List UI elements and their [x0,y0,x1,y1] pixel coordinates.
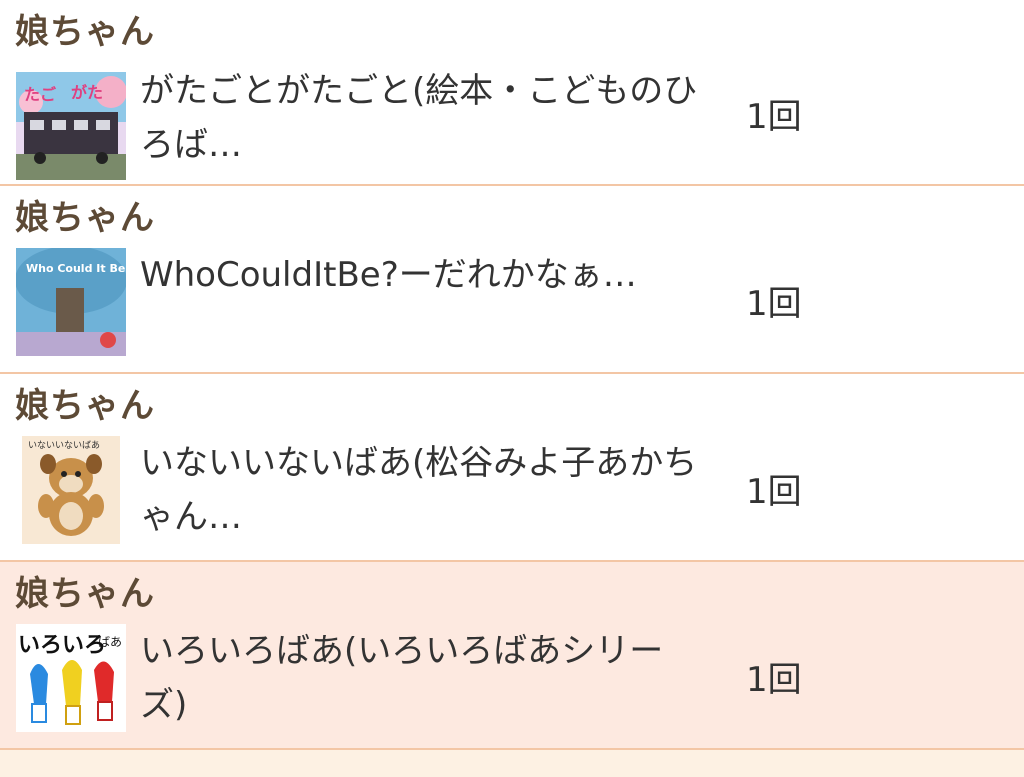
user-name: 娘ちゃん [15,574,155,614]
book-cover-bear-icon[interactable]: いないいないばあ [16,436,126,544]
user-name: 娘ちゃん [15,386,155,426]
book-cover-colors-icon[interactable]: いろいろ ばあ [16,624,126,732]
list-item[interactable]: 娘ちゃん いろいろ ばあ いろいろばあ(いろいろばあシリーズ) 1回 [0,562,1024,750]
list-item[interactable]: 娘ちゃん いないいないばあ いないいないばあ(松谷みよ子あかちゃん… 1回 [0,374,1024,562]
read-count: 1回 [746,97,802,137]
svg-text:がた: がた [71,83,103,102]
book-title[interactable]: いないいないばあ(松谷みよ子あかちゃん… [140,436,700,544]
read-count: 1回 [746,284,802,324]
book-title[interactable]: いろいろばあ(いろいろばあシリーズ) [140,624,700,732]
book-title[interactable]: がたごとがたごと(絵本・こどものひろば… [140,64,700,172]
book-title[interactable]: WhoCouldItBe?ーだれかなぁ… [140,248,700,302]
user-name: 娘ちゃん [15,12,155,52]
read-count: 1回 [746,472,802,512]
list-item[interactable]: 娘ちゃん Who Could It Be? WhoCouldItBe?ーだれかな… [0,186,1024,374]
list-item[interactable]: 娘ちゃん たご がた がたごとがたごと(絵本・こどものひろば… 1回 [0,0,1024,186]
footer-strip [0,750,1024,777]
svg-text:Who Could It Be?: Who Could It Be? [26,262,126,275]
svg-text:いろいろ: いろいろ [18,633,106,658]
reading-history-list: 娘ちゃん たご がた がたごとがたごと(絵本・こどものひろば… 1回 娘ちゃん … [0,0,1024,777]
read-count: 1回 [746,660,802,700]
book-cover-train-icon[interactable]: たご がた [16,72,126,180]
user-name: 娘ちゃん [15,198,155,238]
svg-text:たご: たご [24,85,56,104]
svg-text:ばあ: ばあ [98,635,122,649]
book-cover-tree-icon[interactable]: Who Could It Be? [16,248,126,356]
svg-text:いないいないばあ: いないいないばあ [28,440,100,451]
